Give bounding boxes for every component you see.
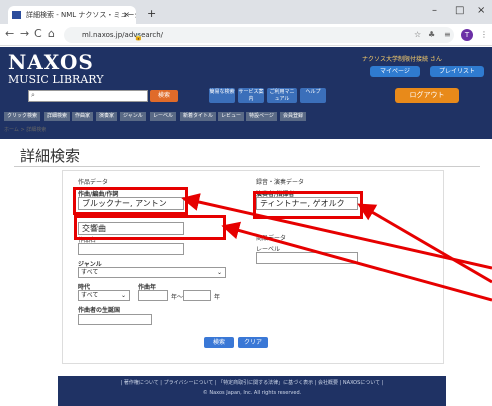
annotation-arrows xyxy=(181,193,492,302)
